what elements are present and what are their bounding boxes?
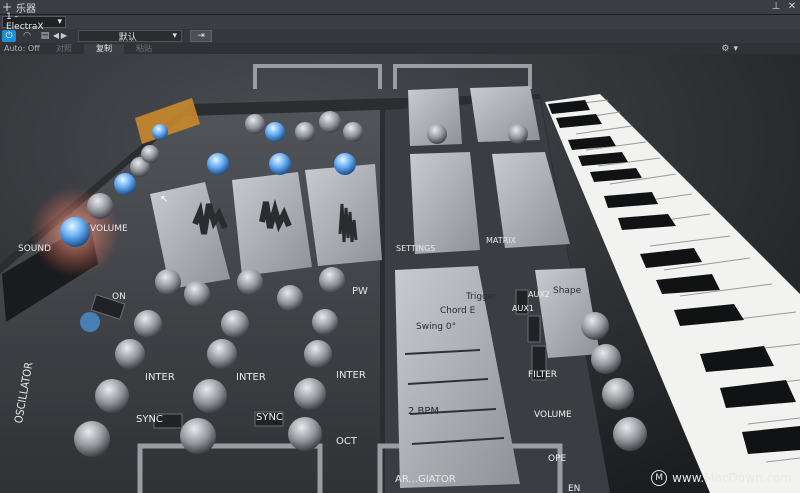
preset-name-value: 默认 — [118, 32, 137, 43]
inter-label-2: INTER — [236, 372, 266, 383]
monitor-icon[interactable]: ◠ — [20, 30, 34, 42]
mouse-cursor-icon: ↖ — [160, 194, 169, 205]
gear-icon[interactable]: ⚙ — [721, 44, 729, 54]
oct-label: OCT — [336, 436, 357, 447]
watermark-logo: M — [651, 470, 668, 486]
trigger-label: Trigger — [466, 292, 498, 302]
pw-label: PW — [352, 286, 368, 297]
compare-button[interactable]: 对照 — [44, 44, 84, 54]
previous-preset-icon[interactable]: ◀ — [52, 30, 60, 42]
close-icon[interactable]: ✕ — [784, 0, 800, 14]
power-icon[interactable]: ⏻ — [2, 30, 16, 42]
chevron-down-icon: ▾ — [57, 17, 62, 27]
settings-display — [410, 152, 480, 254]
instrument-row: 1 - ElectraX ▾ — [0, 12, 800, 32]
window-titlebar: + 乐器 ⊥ ✕ — [0, 0, 800, 15]
watermark: M www.MacDown.com — [651, 470, 792, 486]
settings-label: SETTINGS — [396, 244, 436, 253]
settings-area: ⚙ ▾ — [717, 43, 738, 54]
pin-icon[interactable]: ⊥ — [768, 0, 784, 14]
sync-label-1: SYNC — [136, 414, 163, 425]
preset-row: ⏻ ◠ ▤ ◀ ▶ 默认 ▾ ⇥ — [0, 29, 800, 43]
swing-label: Swing 0° — [416, 322, 457, 332]
aux1-label: AUX1 — [512, 304, 534, 313]
chevron-down-icon: ▾ — [172, 31, 177, 41]
env-display — [470, 86, 540, 142]
volume-knob-label: VOLUME — [90, 224, 128, 234]
sound-label: SOUND — [18, 244, 52, 254]
aux2-label: AUX2 — [528, 290, 550, 299]
arpeggiator-label: AR...GIATOR — [395, 474, 456, 485]
on-label: ON — [112, 292, 126, 302]
shape-label: Shape — [553, 286, 582, 296]
bpm-label: 2 BPM — [408, 406, 440, 417]
matrix-label: MATRIX — [486, 236, 517, 245]
on-led-glow — [80, 312, 100, 332]
preset-name-field[interactable]: 默认 ▾ — [78, 30, 182, 43]
chord-label: Chord E — [440, 306, 476, 316]
copy-button[interactable]: 复制 — [84, 43, 124, 54]
window-controls: ⊥ ✕ — [768, 0, 800, 14]
filter-label: FILTER — [528, 370, 558, 380]
instrument-select[interactable]: 1 - ElectraX ▾ — [2, 12, 66, 32]
preset-browser-icon[interactable]: ▤ — [38, 30, 52, 42]
sync-label-2: SYNC — [256, 412, 283, 423]
next-preset-icon[interactable]: ▶ — [60, 30, 68, 42]
volume-label: VOLUME — [534, 410, 572, 420]
paste-button[interactable]: 粘贴 — [124, 44, 164, 54]
env-label: EN — [568, 484, 581, 493]
inter-label-1: INTER — [145, 372, 175, 383]
inter-label-3: INTER — [336, 370, 366, 381]
send-to-icon[interactable]: ⇥ — [190, 30, 212, 42]
automation-mode[interactable]: Auto: Off — [4, 44, 44, 53]
watermark-text: www.MacDown.com — [672, 471, 792, 485]
edit-row: Auto: Off 对照 复制 粘贴 ⚙ ▾ — [0, 43, 800, 54]
synth-plugin-view: OSCILLATOR SYNC SYNC INTER INTER INTER O… — [0, 54, 800, 493]
ope-label: OPE — [548, 454, 567, 464]
chevron-down-icon[interactable]: ▾ — [733, 44, 738, 54]
